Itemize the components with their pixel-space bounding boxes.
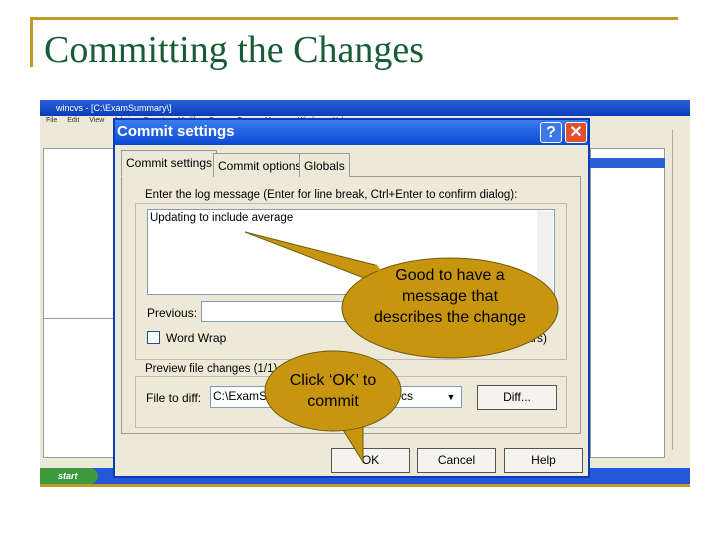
callout-layer (244, 231, 559, 464)
callout-text-ok: Click ‘OK’ to commit (289, 372, 377, 410)
callout-text-log: Good to have a message that describes th… (373, 267, 527, 326)
